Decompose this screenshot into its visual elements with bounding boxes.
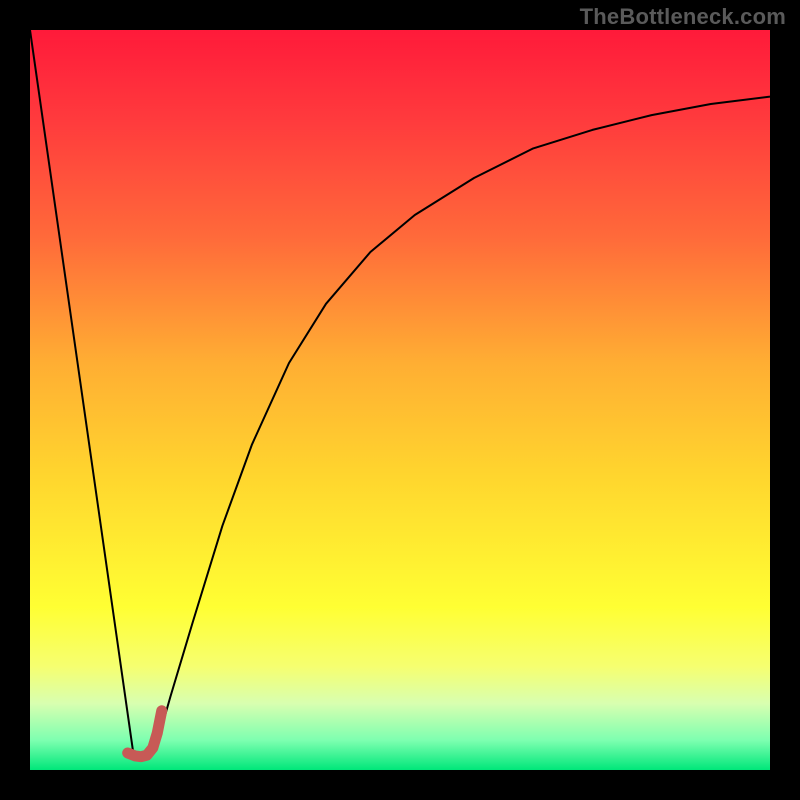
plot-background [30,30,770,770]
watermark-text: TheBottleneck.com [580,4,786,30]
bottleneck-chart [0,0,800,800]
chart-stage: TheBottleneck.com [0,0,800,800]
